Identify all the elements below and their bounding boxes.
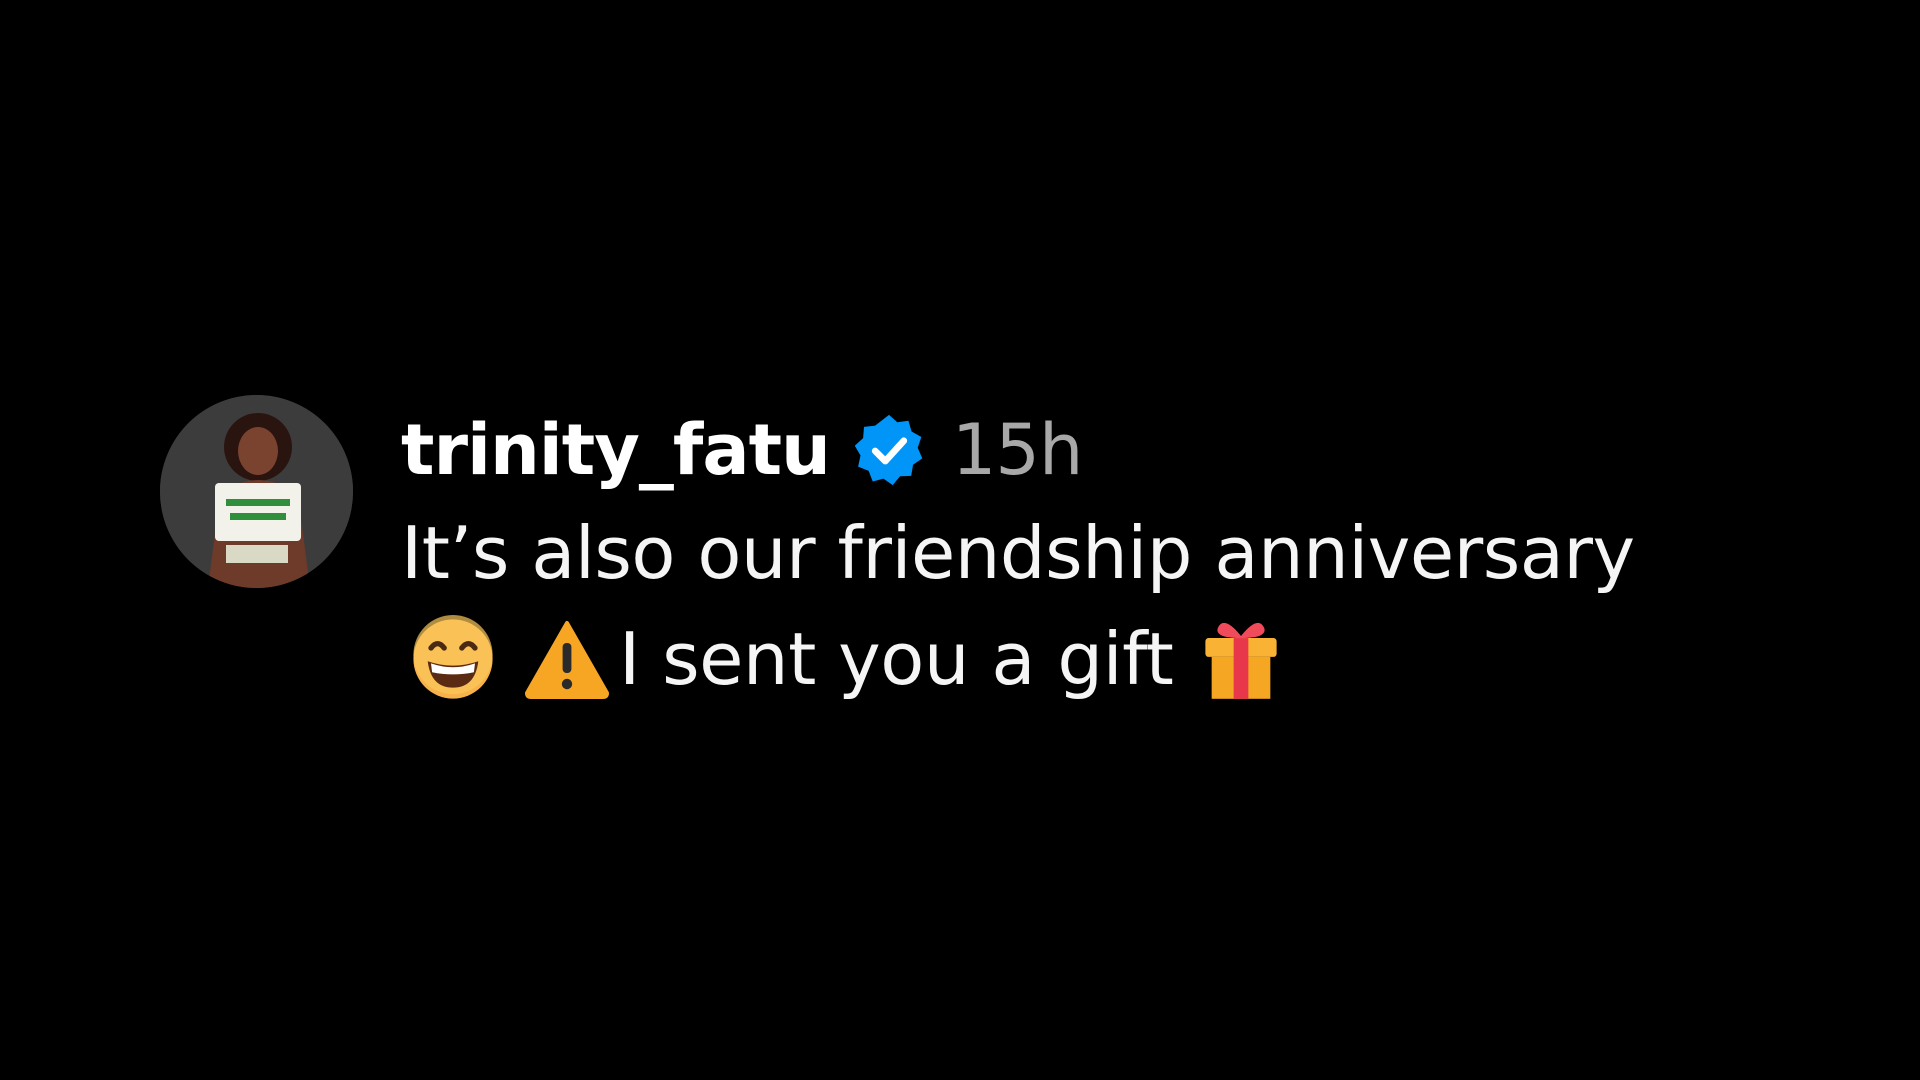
avatar-photo xyxy=(160,395,353,588)
grinning-face-icon xyxy=(409,615,497,703)
comment: trinity_fatu 15h It’s also our friendshi… xyxy=(160,395,1635,712)
comment-body: trinity_fatu 15h It’s also our friendshi… xyxy=(401,395,1635,712)
username-link[interactable]: trinity_fatu xyxy=(401,409,831,491)
comment-text-line-2: I sent you a gift xyxy=(401,606,1635,712)
comment-header: trinity_fatu 15h xyxy=(401,400,1635,500)
comment-timestamp[interactable]: 15h xyxy=(952,409,1083,491)
avatar[interactable] xyxy=(160,395,353,588)
comment-text-line-1: It’s also our friendship anniversary xyxy=(401,511,1635,595)
warning-icon xyxy=(523,619,611,699)
verified-badge-icon xyxy=(852,413,926,487)
gift-icon xyxy=(1199,615,1283,703)
comment-text-line-2-text: I sent you a gift xyxy=(619,617,1174,701)
